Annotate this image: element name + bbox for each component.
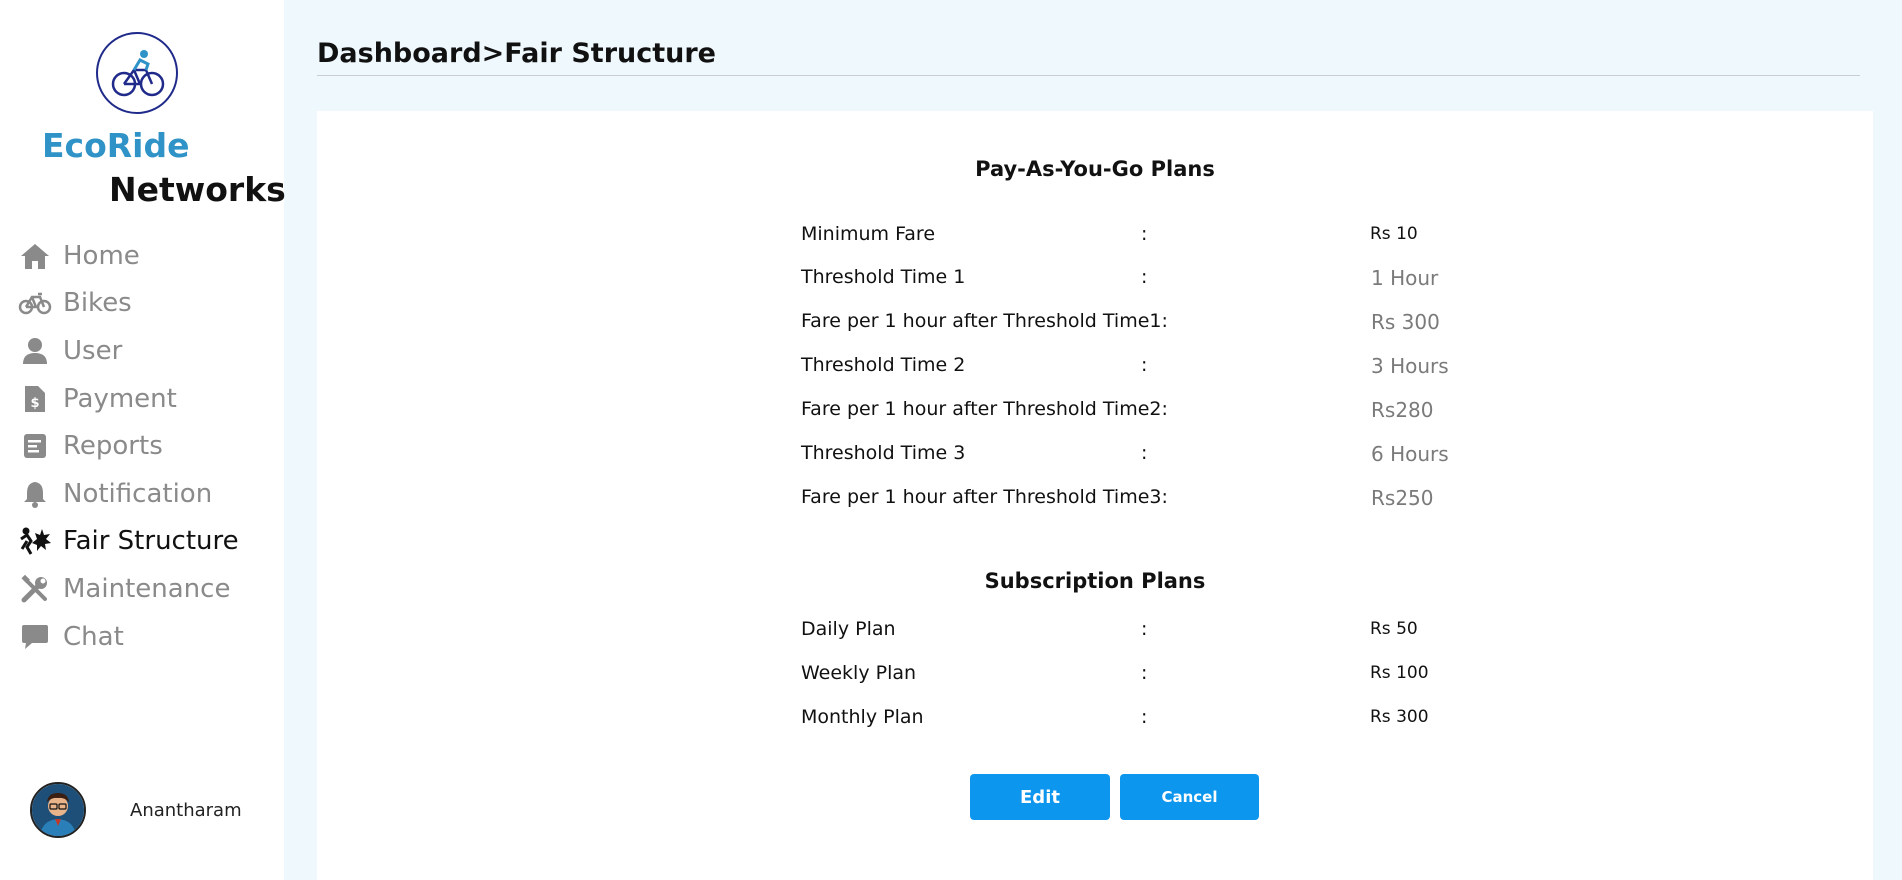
chat-icon [18,622,52,652]
brand-name-primary: EcoRide [42,126,190,165]
sidebar-item-maintenance[interactable]: Maintenance [18,565,239,613]
payg-row-fare-after-threshold-1: Fare per 1 hour after Threshold Time1: R… [801,310,1501,340]
sidebar-item-reports[interactable]: Reports [18,422,239,470]
row-value: Rs250 [1371,486,1434,510]
row-value: Rs 50 [1370,619,1418,639]
sidebar-item-label: User [63,335,123,366]
subscription-row-monthly: Monthly Plan : Rs 300 [801,706,1501,736]
bicycle-icon [18,288,52,318]
row-label: Daily Plan [801,618,896,640]
payg-row-threshold-time-1: Threshold Time 1 : 1 Hour [801,266,1501,296]
sidebar-item-label: Reports [63,431,163,462]
user-icon [18,336,52,366]
subscription-row-daily: Daily Plan : Rs 50 [801,618,1501,648]
sidebar-nav: Home Bikes User $ Payment Reports Notifi… [18,232,239,660]
sidebar-item-bikes[interactable]: Bikes [18,280,239,328]
row-colon: : [1141,354,1148,376]
user-profile[interactable]: Anantharam [30,782,242,838]
row-label: Fare per 1 hour after Threshold Time3: [801,486,1168,508]
subscription-title: Subscription Plans [984,569,1206,593]
payg-title: Pay-As-You-Go Plans [975,157,1215,181]
home-icon [18,241,52,271]
row-value: Rs 300 [1370,707,1429,727]
row-label: Threshold Time 1 [801,266,966,288]
row-value: 6 Hours [1371,442,1449,466]
row-value: 3 Hours [1371,354,1449,378]
payg-row-minimum-fare: Minimum Fare : Rs 10 [801,223,1501,253]
sidebar: EcoRide Networks Home Bikes User $ Payme… [0,0,286,880]
row-value: Rs280 [1371,398,1434,422]
row-colon: : [1141,706,1148,728]
row-label: Minimum Fare [801,223,936,245]
tools-icon [18,574,52,604]
user-name: Anantharam [130,799,242,821]
row-label: Threshold Time 2 [801,354,966,376]
row-label: Threshold Time 3 [801,442,966,464]
row-label: Weekly Plan [801,662,917,684]
row-value: Rs 100 [1370,663,1429,683]
fare-structure-icon [18,526,52,556]
sidebar-item-label: Notification [63,478,213,509]
sidebar-item-home[interactable]: Home [18,232,239,280]
sidebar-item-user[interactable]: User [18,327,239,375]
sidebar-item-label: Home [63,240,140,271]
breadcrumb: Dashboard>Fair Structure [317,38,716,69]
report-icon [18,431,52,461]
bell-icon [18,479,52,509]
svg-text:$: $ [30,396,39,411]
sidebar-item-label: Chat [63,621,124,652]
fare-structure-panel: Pay-As-You-Go Plans Minimum Fare : Rs 10… [317,111,1873,880]
row-colon: : [1141,442,1148,464]
sidebar-item-fair-structure[interactable]: Fair Structure [18,518,239,566]
subscription-row-weekly: Weekly Plan : Rs 100 [801,662,1501,692]
row-label: Monthly Plan [801,706,924,728]
avatar [30,782,86,838]
row-colon: : [1141,266,1148,288]
row-colon: : [1141,662,1148,684]
sidebar-item-label: Payment [63,383,177,414]
payg-row-fare-after-threshold-3: Fare per 1 hour after Threshold Time3: R… [801,486,1501,516]
payg-row-threshold-time-3: Threshold Time 3 : 6 Hours [801,442,1501,472]
cancel-button[interactable]: Cancel [1120,774,1259,820]
row-label: Fare per 1 hour after Threshold Time1: [801,310,1168,332]
sidebar-item-notification[interactable]: Notification [18,470,239,518]
row-colon: : [1141,618,1148,640]
bicycle-logo-icon [96,32,178,114]
sidebar-item-label: Bikes [63,288,132,319]
sidebar-item-label: Fair Structure [63,526,239,557]
sidebar-item-chat[interactable]: Chat [18,613,239,661]
row-label: Fare per 1 hour after Threshold Time2: [801,398,1168,420]
payg-row-threshold-time-2: Threshold Time 2 : 3 Hours [801,354,1501,384]
row-value: Rs 10 [1370,224,1418,244]
breadcrumb-divider [317,75,1860,76]
payg-row-fare-after-threshold-2: Fare per 1 hour after Threshold Time2: R… [801,398,1501,428]
brand-name-secondary: Networks [109,170,286,209]
row-colon: : [1141,223,1148,245]
edit-button[interactable]: Edit [970,774,1110,820]
sidebar-item-payment[interactable]: $ Payment [18,375,239,423]
invoice-dollar-icon: $ [18,384,52,414]
row-value: 1 Hour [1371,266,1439,290]
sidebar-item-label: Maintenance [63,573,231,604]
row-value: Rs 300 [1371,310,1440,334]
